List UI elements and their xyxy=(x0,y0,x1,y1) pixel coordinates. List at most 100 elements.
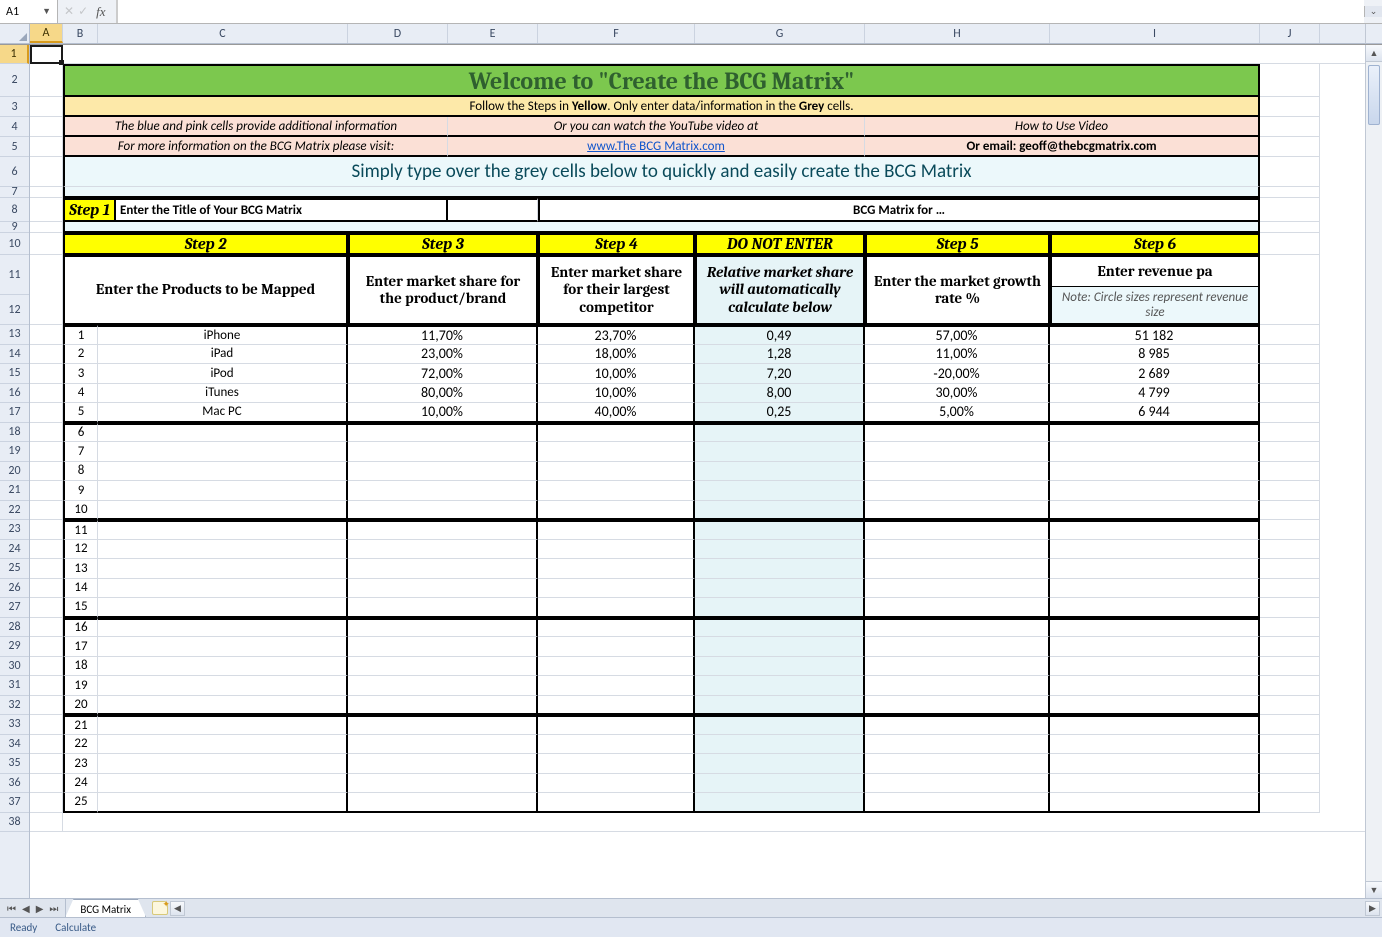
product-name-7[interactable] xyxy=(98,442,348,462)
cell-J32[interactable] xyxy=(1260,696,1320,716)
cell-J4[interactable] xyxy=(1260,117,1320,137)
horizontal-scrollbar[interactable]: ◀ ▶ xyxy=(168,899,1382,917)
col-header-E[interactable]: E xyxy=(448,24,538,43)
cell-A14[interactable] xyxy=(30,345,63,365)
row-header-21[interactable]: 21 xyxy=(0,481,29,501)
hscroll-right-icon[interactable]: ▶ xyxy=(1365,901,1380,916)
comp-14[interactable] xyxy=(538,579,695,599)
share-18[interactable] xyxy=(348,657,538,677)
comp-11[interactable] xyxy=(538,520,695,540)
cell-A37[interactable] xyxy=(30,793,63,813)
cell-J16[interactable] xyxy=(1260,384,1320,404)
product-name-11[interactable] xyxy=(98,520,348,540)
row-header-27[interactable]: 27 xyxy=(0,598,29,618)
product-name-19[interactable] xyxy=(98,676,348,696)
cell-A5[interactable] xyxy=(30,137,63,157)
rev-9[interactable] xyxy=(1050,481,1260,501)
cell-J14[interactable] xyxy=(1260,345,1320,365)
growth-19[interactable] xyxy=(865,676,1050,696)
comp-5[interactable]: 40,00% xyxy=(538,403,695,423)
rev-16[interactable] xyxy=(1050,618,1260,638)
row-header-17[interactable]: 17 xyxy=(0,403,29,423)
growth-17[interactable] xyxy=(865,637,1050,657)
product-name-10[interactable] xyxy=(98,501,348,521)
share-17[interactable] xyxy=(348,637,538,657)
col-header-H[interactable]: H xyxy=(865,24,1050,43)
growth-11[interactable] xyxy=(865,520,1050,540)
row38-rest[interactable] xyxy=(63,813,1382,833)
product-name-3[interactable]: iPod xyxy=(98,364,348,384)
product-name-2[interactable]: iPad xyxy=(98,345,348,365)
row-header-16[interactable]: 16 xyxy=(0,384,29,404)
cell-A30[interactable] xyxy=(30,657,63,677)
cell-J3[interactable] xyxy=(1260,97,1320,117)
rev-3[interactable]: 2 689 xyxy=(1050,364,1260,384)
rev-6[interactable] xyxy=(1050,423,1260,443)
cell-A32[interactable] xyxy=(30,696,63,716)
cell-A8[interactable] xyxy=(30,198,63,222)
share-20[interactable] xyxy=(348,696,538,716)
comp-7[interactable] xyxy=(538,442,695,462)
product-name-22[interactable] xyxy=(98,735,348,755)
cell-J15[interactable] xyxy=(1260,364,1320,384)
growth-4[interactable]: 30,00% xyxy=(865,384,1050,404)
product-name-24[interactable] xyxy=(98,774,348,794)
cell-J10[interactable] xyxy=(1260,233,1320,255)
row-header-3[interactable]: 3 xyxy=(0,97,29,117)
cell-J36[interactable] xyxy=(1260,774,1320,794)
comp-17[interactable] xyxy=(538,637,695,657)
growth-14[interactable] xyxy=(865,579,1050,599)
col-header-J[interactable]: J xyxy=(1260,24,1320,43)
growth-15[interactable] xyxy=(865,598,1050,618)
rev-22[interactable] xyxy=(1050,735,1260,755)
comp-2[interactable]: 18,00% xyxy=(538,345,695,365)
row-header-5[interactable]: 5 xyxy=(0,137,29,157)
rev-13[interactable] xyxy=(1050,559,1260,579)
cell-J23[interactable] xyxy=(1260,520,1320,540)
share-11[interactable] xyxy=(348,520,538,540)
cell-J11[interactable] xyxy=(1260,255,1320,325)
share-19[interactable] xyxy=(348,676,538,696)
cell-A20[interactable] xyxy=(30,462,63,482)
cell-J19[interactable] xyxy=(1260,442,1320,462)
share-15[interactable] xyxy=(348,598,538,618)
cell-A1[interactable] xyxy=(30,45,63,64)
share-23[interactable] xyxy=(348,754,538,774)
comp-15[interactable] xyxy=(538,598,695,618)
share-13[interactable] xyxy=(348,559,538,579)
growth-10[interactable] xyxy=(865,501,1050,521)
cell-A11[interactable] xyxy=(30,255,63,325)
growth-9[interactable] xyxy=(865,481,1050,501)
share-5[interactable]: 10,00% xyxy=(348,403,538,423)
share-7[interactable] xyxy=(348,442,538,462)
product-name-20[interactable] xyxy=(98,696,348,716)
row-header-8[interactable]: 8 xyxy=(0,198,29,222)
cell-J31[interactable] xyxy=(1260,676,1320,696)
col-header-F[interactable]: F xyxy=(538,24,695,43)
cell-A13[interactable] xyxy=(30,325,63,345)
row-header-38[interactable]: 38 xyxy=(0,813,29,833)
cell-A33[interactable] xyxy=(30,715,63,735)
share-10[interactable] xyxy=(348,501,538,521)
cell-J6[interactable] xyxy=(1260,157,1320,187)
product-name-15[interactable] xyxy=(98,598,348,618)
row-header-26[interactable]: 26 xyxy=(0,579,29,599)
row1-rest[interactable] xyxy=(63,45,1382,64)
comp-23[interactable] xyxy=(538,754,695,774)
cell-J26[interactable] xyxy=(1260,579,1320,599)
row-header-32[interactable]: 32 xyxy=(0,696,29,716)
rev-12[interactable] xyxy=(1050,540,1260,560)
step1-value[interactable]: BCG Matrix for … xyxy=(538,198,1260,222)
rev-15[interactable] xyxy=(1050,598,1260,618)
tab-nav-first-icon[interactable]: ⏮ xyxy=(4,902,19,915)
row-header-20[interactable]: 20 xyxy=(0,462,29,482)
row-header-35[interactable]: 35 xyxy=(0,754,29,774)
product-name-14[interactable] xyxy=(98,579,348,599)
share-21[interactable] xyxy=(348,715,538,735)
row-header-31[interactable]: 31 xyxy=(0,676,29,696)
growth-16[interactable] xyxy=(865,618,1050,638)
cell-A28[interactable] xyxy=(30,618,63,638)
cell-J13[interactable] xyxy=(1260,325,1320,345)
comp-3[interactable]: 10,00% xyxy=(538,364,695,384)
growth-3[interactable]: -20,00% xyxy=(865,364,1050,384)
